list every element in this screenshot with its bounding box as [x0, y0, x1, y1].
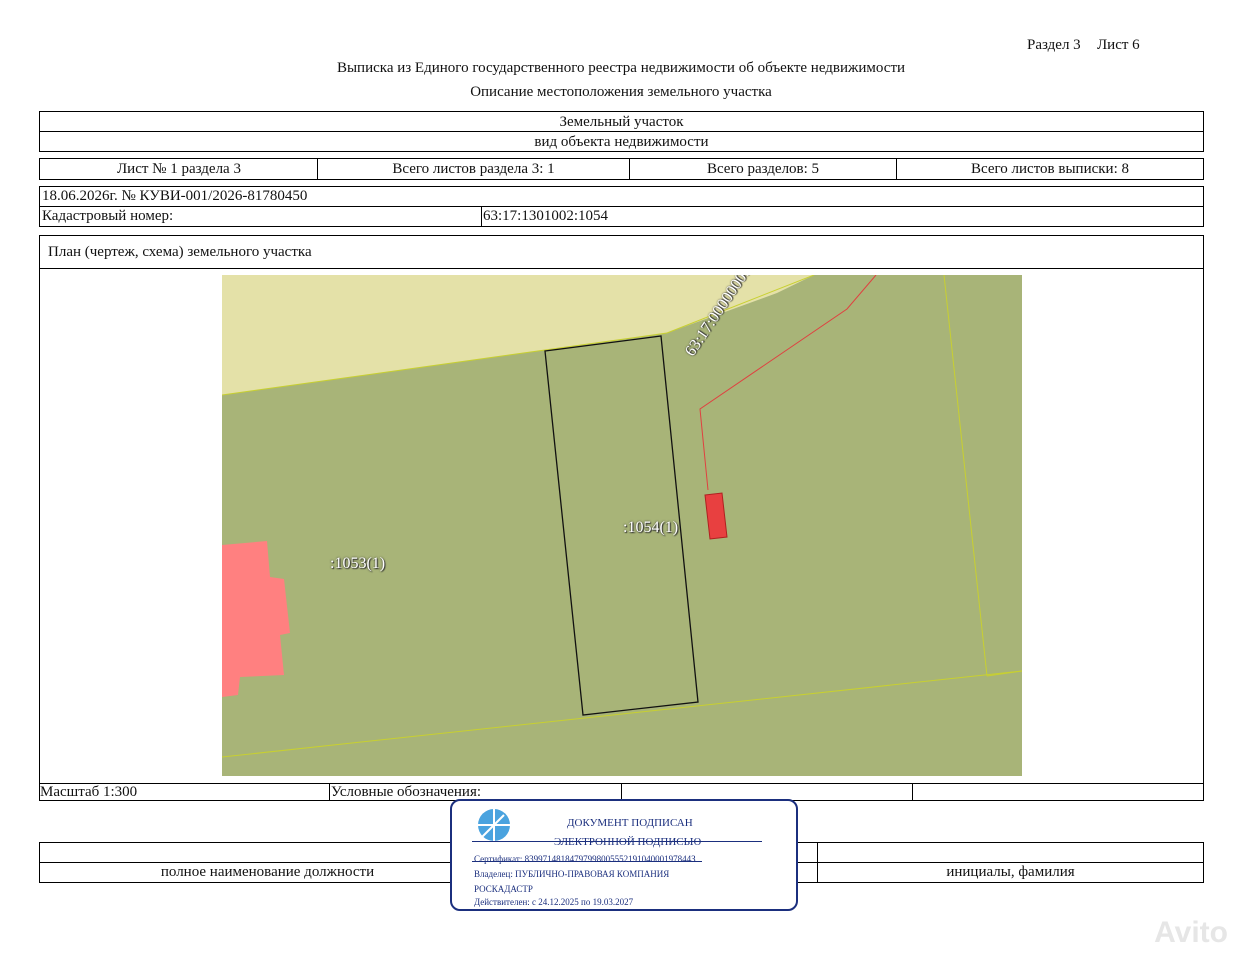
- sheet-number: Лист 6: [1097, 37, 1140, 53]
- rosreestr-logo-icon: [478, 809, 510, 841]
- date-number: 18.06.2026г. № КУВИ-001/2026-81780450: [42, 188, 308, 204]
- total-sections: Всего разделов: 5: [706, 160, 820, 177]
- e-signature-stamp: ДОКУМЕНТ ПОДПИСАН ЭЛЕКТРОННОЙ ПОДПИСЬЮ С…: [450, 799, 798, 911]
- object-type-caption: вид объекта недвижимости: [534, 133, 709, 150]
- parcel-1053-label: :1053(1): [330, 555, 386, 572]
- name-caption: инициалы, фамилия: [946, 864, 1075, 880]
- stamp-line1: ДОКУМЕНТ ПОДПИСАН: [567, 817, 693, 829]
- building-red: [704, 492, 728, 540]
- sheets-table: Лист № 1 раздела 3 Всего листов раздела …: [39, 158, 1204, 180]
- plan-title: План (чертеж, схема) земельного участка: [48, 244, 312, 260]
- scale-label: Масштаб 1:300: [40, 784, 138, 800]
- parcel-map: :1054(1) :1053(1) 63:17:0000000:6849: [222, 275, 1022, 776]
- building-pink: [222, 541, 290, 697]
- document-info-table: 18.06.2026г. № КУВИ-001/2026-81780450 Ка…: [39, 186, 1204, 227]
- avito-watermark: Avito: [1154, 916, 1228, 949]
- stamp-certificate: Сертификат: 8399714818479799800555219104…: [474, 854, 696, 864]
- total-section-sheets: Всего листов раздела 3: 1: [392, 160, 555, 177]
- object-type-table: Земельный участок вид объекта недвижимос…: [39, 111, 1204, 152]
- sheet-of-section: Лист № 1 раздела 3: [117, 160, 241, 177]
- total-extract-sheets: Всего листов выписки: 8: [971, 160, 1129, 177]
- object-type: Земельный участок: [559, 113, 684, 130]
- position-caption: полное наименование должности: [160, 864, 375, 880]
- stamp-owner: Владелец: ПУБЛИЧНО-ПРАВОВАЯ КОМПАНИЯ: [474, 869, 670, 879]
- cadastral-value: 63:17:1301002:1054: [483, 208, 609, 224]
- parcel-1054-label: :1054(1): [623, 519, 679, 536]
- cadastral-label: Кадастровый номер:: [42, 208, 174, 224]
- section-number: Раздел 3: [1027, 37, 1081, 53]
- stamp-owner2: РОСКАДАСТР: [474, 884, 533, 894]
- parcel-map-svg: [222, 275, 1022, 758]
- stamp-valid: Действителен: с 24.12.2025 по 19.03.2027: [474, 897, 634, 907]
- document-subtitle: Описание местоположения земельного участ…: [470, 84, 772, 100]
- stamp-line2: ЭЛЕКТРОННОЙ ПОДПИСЬЮ: [554, 836, 702, 848]
- document-title: Выписка из Единого государственного реес…: [336, 60, 906, 76]
